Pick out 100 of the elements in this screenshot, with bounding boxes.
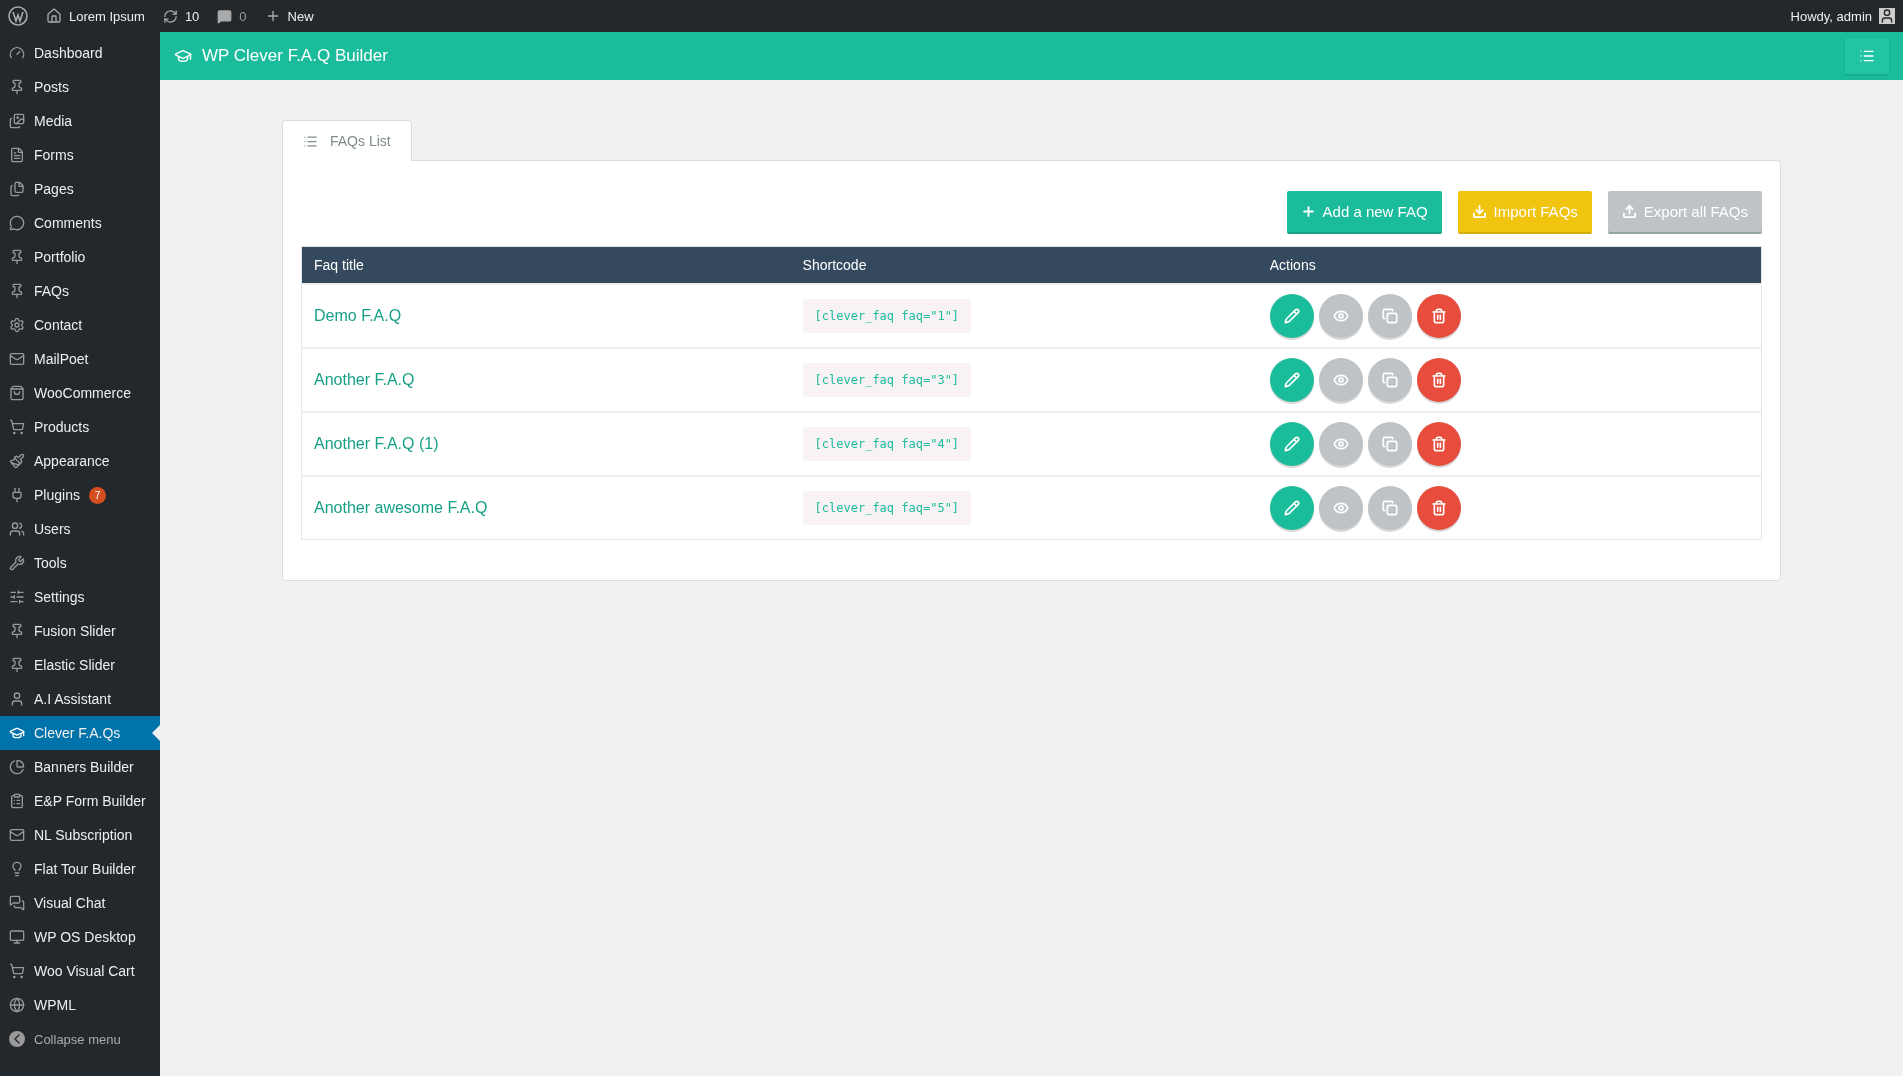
download-icon bbox=[1471, 204, 1487, 219]
sliders-icon bbox=[9, 589, 25, 605]
view-button[interactable] bbox=[1318, 358, 1363, 402]
edit-button[interactable] bbox=[1269, 294, 1314, 338]
sidebar-item[interactable]: Tools bbox=[0, 546, 160, 580]
home-icon bbox=[46, 8, 62, 24]
shortcode: [clever_faq faq="4"] bbox=[802, 427, 972, 461]
sidebar-item[interactable]: Dashboard bbox=[0, 36, 160, 70]
monitor-icon bbox=[9, 929, 25, 945]
sidebar-item[interactable]: E&P Form Builder bbox=[0, 784, 160, 818]
pencil-icon bbox=[1283, 372, 1300, 388]
sidebar-item[interactable]: Comments bbox=[0, 206, 160, 240]
duplicate-button[interactable] bbox=[1367, 358, 1412, 402]
sidebar-item[interactable]: A.I Assistant bbox=[0, 682, 160, 716]
list-icon bbox=[1859, 48, 1875, 64]
brush-icon bbox=[9, 453, 25, 469]
tab[interactable]: FAQs List bbox=[282, 120, 412, 161]
users-icon bbox=[9, 521, 25, 537]
delete-button[interactable] bbox=[1416, 294, 1461, 338]
cart-icon bbox=[9, 419, 25, 435]
view-button[interactable] bbox=[1318, 486, 1363, 530]
sidebar-item[interactable]: Settings bbox=[0, 580, 160, 614]
lightbulb-icon bbox=[9, 861, 25, 877]
pencil-icon bbox=[1283, 436, 1300, 452]
shortcode: [clever_faq faq="1"] bbox=[802, 299, 972, 333]
sidebar-item[interactable]: Appearance bbox=[0, 444, 160, 478]
sidebar-item[interactable]: Flat Tour Builder bbox=[0, 852, 160, 886]
form-icon bbox=[9, 147, 25, 163]
plus-icon bbox=[1300, 204, 1316, 219]
sidebar-item[interactable]: WooCommerce bbox=[0, 376, 160, 410]
chat-bubbles-icon bbox=[9, 895, 25, 911]
greeting-link[interactable]: Howdy, admin bbox=[1790, 8, 1872, 24]
trash-icon bbox=[1430, 500, 1447, 516]
sidebar-item[interactable]: Pages bbox=[0, 172, 160, 206]
updates-count[interactable]: 10 bbox=[184, 8, 200, 24]
column-header: Actions bbox=[1257, 246, 1762, 284]
count-badge: 7 bbox=[88, 486, 106, 504]
new-link[interactable]: New bbox=[287, 8, 314, 24]
active-notch bbox=[152, 725, 160, 741]
gauge-icon bbox=[9, 45, 25, 61]
page-title: WP Clever F.A.Q Builder bbox=[202, 46, 388, 66]
view-button[interactable] bbox=[1318, 422, 1363, 466]
wordpress-logo-icon[interactable] bbox=[8, 6, 28, 26]
sidebar-item[interactable]: Elastic Slider bbox=[0, 648, 160, 682]
wrench-icon bbox=[9, 555, 25, 571]
site-link[interactable]: Lorem Ipsum bbox=[69, 8, 145, 24]
pin-icon bbox=[9, 283, 25, 299]
view-button[interactable] bbox=[1318, 294, 1363, 338]
sidebar-item[interactable]: Banners Builder bbox=[0, 750, 160, 784]
collapse-menu-button[interactable]: Collapse menu bbox=[0, 1022, 160, 1056]
edit-button[interactable] bbox=[1269, 486, 1314, 530]
sidebar-item[interactable]: WP OS Desktop bbox=[0, 920, 160, 954]
sidebar-item[interactable]: Portfolio bbox=[0, 240, 160, 274]
copy-icon bbox=[1381, 500, 1398, 516]
duplicate-button[interactable] bbox=[1367, 422, 1412, 466]
avatar-icon bbox=[1879, 8, 1895, 24]
shortcode: [clever_faq faq="5"] bbox=[802, 491, 972, 525]
duplicate-button[interactable] bbox=[1367, 294, 1412, 338]
sidebar-item[interactable]: Forms bbox=[0, 138, 160, 172]
eye-icon bbox=[1332, 436, 1349, 452]
sidebar-item[interactable]: Contact bbox=[0, 308, 160, 342]
sidebar-item[interactable]: Fusion Slider bbox=[0, 614, 160, 648]
gear-icon bbox=[9, 317, 25, 333]
column-header: Shortcode bbox=[790, 246, 1258, 284]
graduation-cap-icon bbox=[9, 725, 25, 741]
copy-icon bbox=[1381, 308, 1398, 324]
edit-button[interactable] bbox=[1269, 422, 1314, 466]
delete-button[interactable] bbox=[1416, 358, 1461, 402]
pie-chart-icon bbox=[9, 759, 25, 775]
comments-count[interactable]: 0 bbox=[239, 8, 247, 24]
sidebar-item[interactable]: FAQs bbox=[0, 274, 160, 308]
person-icon bbox=[9, 691, 25, 707]
sidebar-item[interactable]: NL Subscription bbox=[0, 818, 160, 852]
eye-icon bbox=[1332, 308, 1349, 324]
duplicate-button[interactable] bbox=[1367, 486, 1412, 530]
sidebar-item[interactable]: Plugins 7 bbox=[0, 478, 160, 512]
sidebar-item[interactable]: MailPoet bbox=[0, 342, 160, 376]
sidebar-item[interactable]: Clever F.A.Qs bbox=[0, 716, 160, 750]
pencil-icon bbox=[1283, 308, 1300, 324]
pin-icon bbox=[9, 657, 25, 673]
eye-icon bbox=[1332, 500, 1349, 516]
edit-button[interactable] bbox=[1269, 358, 1314, 402]
sidebar-item[interactable]: Woo Visual Cart bbox=[0, 954, 160, 988]
shortcode: [clever_faq faq="3"] bbox=[802, 363, 972, 397]
plug-icon bbox=[9, 487, 25, 503]
trash-icon bbox=[1430, 308, 1447, 324]
sidebar-item[interactable]: Media bbox=[0, 104, 160, 138]
sidebar-item[interactable]: Visual Chat bbox=[0, 886, 160, 920]
refresh-icon bbox=[162, 8, 178, 24]
delete-button[interactable] bbox=[1416, 486, 1461, 530]
sidebar-item[interactable]: WPML bbox=[0, 988, 160, 1022]
sidebar-item[interactable]: Posts bbox=[0, 70, 160, 104]
envelope-icon bbox=[9, 827, 25, 843]
clipboard-icon bbox=[9, 793, 25, 809]
delete-button[interactable] bbox=[1416, 422, 1461, 466]
sidebar-item[interactable]: Users bbox=[0, 512, 160, 546]
bag-icon bbox=[9, 385, 25, 401]
sidebar-item[interactable]: Products bbox=[0, 410, 160, 444]
menu-button[interactable] bbox=[1845, 38, 1889, 74]
eye-icon bbox=[1332, 372, 1349, 388]
